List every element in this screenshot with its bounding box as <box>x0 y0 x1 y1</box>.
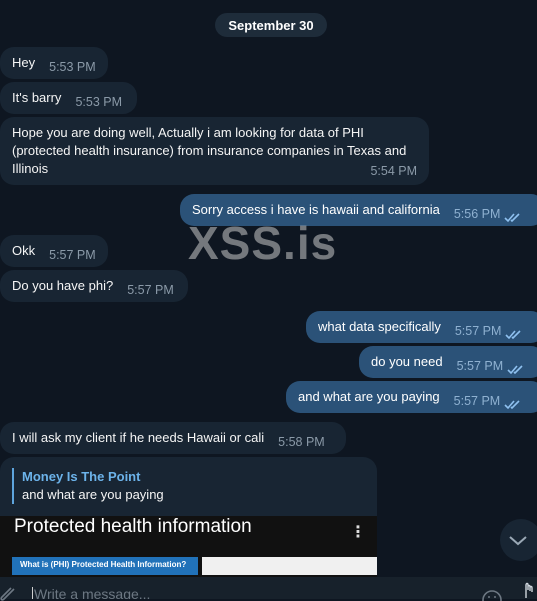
quoted-sender: Money Is The Point <box>22 469 141 484</box>
message-incoming[interactable]: Hey 5:53 PM <box>0 47 108 79</box>
message-text: do you need <box>371 354 443 369</box>
message-text: It's barry <box>12 90 62 105</box>
message-reply-with-preview[interactable]: Money Is The Point and what are you payi… <box>0 457 377 577</box>
message-time: 5:56 PM <box>453 207 501 221</box>
message-time: 5:57 PM <box>453 394 501 408</box>
message-outgoing[interactable]: and what are you paying 5:57 PM <box>286 381 537 413</box>
preview-image-panel <box>202 557 377 575</box>
message-time: 5:53 PM <box>49 60 96 74</box>
message-incoming[interactable]: Hope you are doing well, Actually i am l… <box>0 117 429 185</box>
double-check-icon <box>507 365 523 375</box>
message-text: Okk <box>12 243 36 258</box>
quoted-text: and what are you paying <box>22 487 164 502</box>
message-time: 5:57 PM <box>454 324 502 338</box>
message-text: Hope you are doing well, Actually i am l… <box>12 125 407 176</box>
preview-banner: What is (PHI) Protected Health Informati… <box>12 557 198 575</box>
message-incoming[interactable]: Okk 5:57 PM <box>0 235 108 267</box>
message-incoming[interactable]: It's barry 5:53 PM <box>0 82 137 114</box>
reply-quote[interactable]: Money Is The Point and what are you payi… <box>12 468 164 504</box>
chevron-down-icon <box>509 536 527 546</box>
message-text: I will ask my client if he needs Hawaii … <box>12 430 265 445</box>
message-outgoing[interactable]: do you need 5:57 PM <box>359 346 537 378</box>
double-check-icon <box>504 400 520 410</box>
message-incoming[interactable]: I will ask my client if he needs Hawaii … <box>0 422 346 454</box>
message-text: and what are you paying <box>298 389 440 404</box>
double-check-icon <box>504 213 520 223</box>
message-time: 5:58 PM <box>278 435 325 449</box>
more-options-icon[interactable]: ⋮ <box>350 522 366 542</box>
date-separator: September 30 <box>215 13 327 37</box>
message-composer <box>0 577 537 601</box>
double-check-icon <box>505 330 521 340</box>
preview-banner-text: What is (PHI) Protected Health Informati… <box>20 560 187 569</box>
message-time: 5:53 PM <box>75 95 122 109</box>
message-time: 5:57 PM <box>127 283 174 297</box>
message-text: Do you have phi? <box>12 278 114 293</box>
message-time: 5:54 PM <box>370 164 417 178</box>
message-text: Hey <box>12 55 36 70</box>
message-time: 5:57 PM <box>456 359 504 373</box>
link-preview[interactable]: Protected health information ⋮ What is (… <box>0 516 377 577</box>
watermark: XSS.is <box>188 217 338 269</box>
message-outgoing[interactable]: what data specifically 5:57 PM <box>306 311 537 343</box>
message-incoming[interactable]: Do you have phi? 5:57 PM <box>0 270 188 302</box>
preview-title: Protected health information <box>14 516 252 537</box>
scroll-down-button[interactable] <box>500 519 537 561</box>
emoji-icon[interactable] <box>481 589 503 601</box>
microphone-icon[interactable] <box>519 582 537 599</box>
message-input[interactable] <box>32 577 452 599</box>
message-time: 5:57 PM <box>49 248 96 262</box>
message-text: what data specifically <box>318 319 441 334</box>
